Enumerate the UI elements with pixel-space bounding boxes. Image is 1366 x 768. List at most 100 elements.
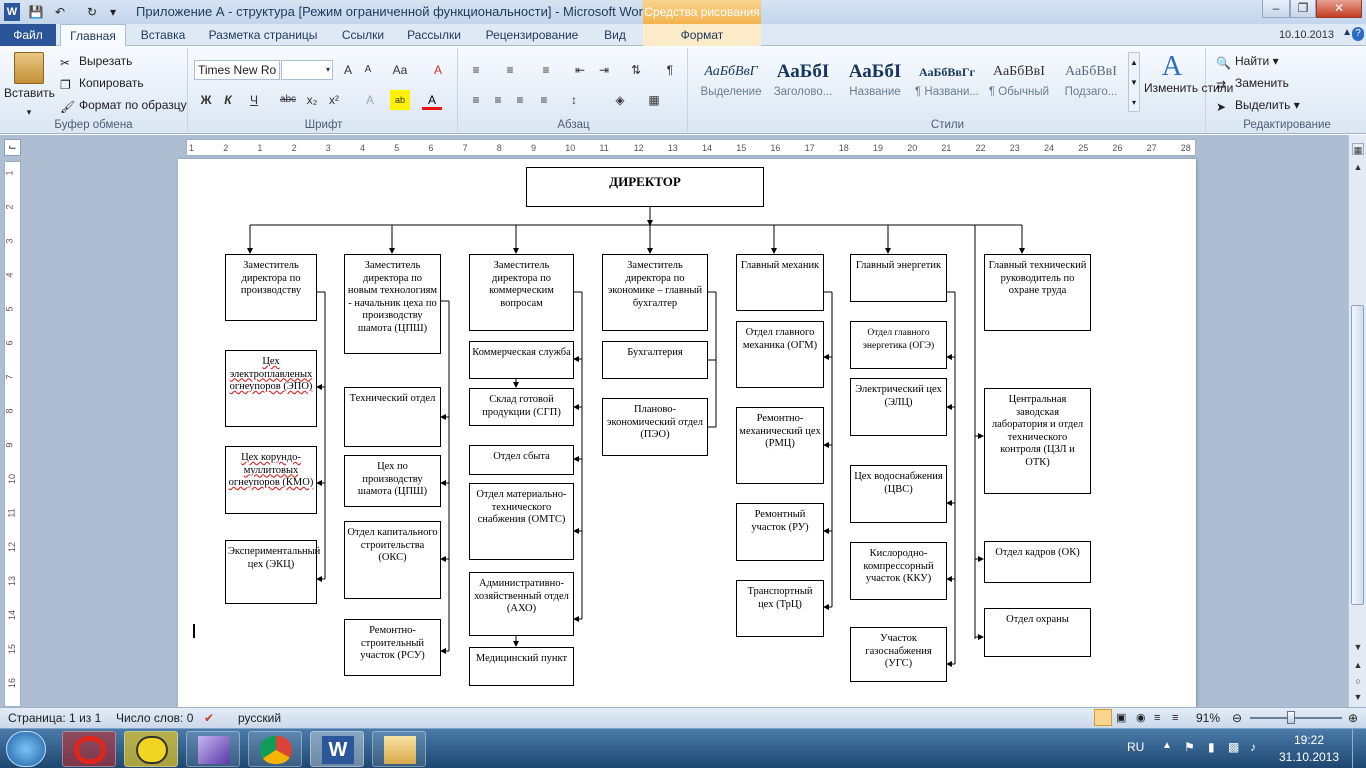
align-right-icon[interactable]: ≡ (510, 90, 530, 110)
decrease-indent-icon[interactable]: ⇤ (570, 60, 590, 80)
org-box-hr[interactable]: Отдел кадров (ОК) (984, 541, 1091, 583)
styles-scroll[interactable]: ▲ ▼ ▾ (1128, 52, 1140, 112)
multilevel-list-icon[interactable]: ≡ (536, 60, 556, 80)
tab-file[interactable]: Файл (0, 24, 56, 46)
undo-icon[interactable]: ↶ (50, 3, 70, 21)
org-box-ogm[interactable]: Отдел главного механика (ОГМ) (736, 321, 824, 388)
zoom-out-icon[interactable]: ⊖ (1232, 708, 1242, 728)
bullets-icon[interactable]: ≡ (466, 60, 486, 80)
customize-toolbar-icon[interactable]: ▾ (106, 3, 120, 21)
strikethrough-button[interactable]: abc (278, 90, 298, 110)
org-box-technical-dept[interactable]: Технический отдел (344, 387, 441, 447)
page-count[interactable]: Страница: 1 из 1 (8, 708, 101, 728)
start-button[interactable] (6, 731, 46, 767)
print-layout-view-icon[interactable] (1094, 709, 1112, 726)
shading-icon[interactable]: ◈ (610, 90, 630, 110)
org-box-cvs[interactable]: Цех водоснабжения (ЦВС) (850, 465, 947, 523)
taskbar-chrome[interactable] (248, 731, 302, 767)
org-box-rmc[interactable]: Ремонтно-механический цех (РМЦ) (736, 407, 824, 484)
ruler-toggle-icon[interactable]: ▦ (1352, 143, 1364, 155)
org-box-chief-mechanic[interactable]: Главный механик (736, 254, 824, 311)
org-box-elc[interactable]: Электрический цех (ЭЛЦ) (850, 378, 947, 436)
org-box-sales[interactable]: Отдел сбыта (469, 445, 574, 475)
org-box-trc[interactable]: Транспортный цех (ТрЦ) (736, 580, 824, 637)
increase-indent-icon[interactable]: ⇥ (594, 60, 614, 80)
org-box-kku[interactable]: Кислородно-компрессорный участок (ККУ) (850, 542, 947, 600)
style-subtitle[interactable]: АаБбВвІ Подзаго... (1056, 58, 1126, 104)
select-button[interactable]: ➤ Выделить ▾ (1216, 96, 1300, 114)
font-size-dropdown-icon[interactable]: ▾ (318, 60, 338, 80)
zoom-slider[interactable] (1250, 717, 1342, 719)
underline-button[interactable]: Ч (244, 90, 264, 110)
cut-button[interactable]: ✂ Вырезать (60, 52, 132, 70)
taskbar-explorer[interactable] (372, 731, 426, 767)
bold-button[interactable]: Ж (196, 90, 216, 110)
battery-icon[interactable]: ▮ (1208, 740, 1215, 754)
zoom-level[interactable]: 91% (1196, 708, 1220, 728)
close-button[interactable]: ✕ (1316, 0, 1362, 18)
horizontal-ruler[interactable]: 1 2 1 2 3 4 5 6 7 8 9 10 11 12 13 14 15 16 17 18 19 20 21 22 23 2… (186, 139, 1196, 156)
keyboard-language[interactable]: RU (1127, 740, 1144, 754)
org-box-omts[interactable]: Отдел материально-технического снабжения… (469, 483, 574, 560)
org-box-ugs[interactable]: Участок газоснабжения (УГС) (850, 627, 947, 682)
italic-button[interactable]: К (218, 90, 238, 110)
document-page[interactable]: ДИРЕКТОР Заместитель директора по произв… (178, 159, 1196, 707)
zoom-in-icon[interactable]: ⊕ (1348, 708, 1358, 728)
org-box-epo[interactable]: Цех электроплавленых огнеупоров (ЭПО) (225, 350, 317, 427)
tab-selector-icon[interactable]: ⌙ (4, 139, 21, 156)
align-center-icon[interactable]: ≡ (488, 90, 508, 110)
tab-home[interactable]: Главная (60, 24, 126, 47)
font-family-select[interactable]: Times New Ro (194, 60, 280, 80)
volume-icon[interactable]: ♪ (1250, 740, 1256, 754)
org-box-deputy-economics[interactable]: Заместитель директора по экономике – гла… (602, 254, 708, 331)
org-box-oks[interactable]: Отдел капитального строительства (ОКС) (344, 521, 441, 599)
help-icon[interactable]: ? (1352, 27, 1364, 41)
copy-button[interactable]: ❐ Копировать (60, 74, 144, 92)
word-app-icon[interactable]: W (4, 3, 20, 21)
paste-button[interactable]: Вставить ▾ (4, 52, 55, 121)
org-box-rsu[interactable]: Ремонтно-строительный участок (РСУ) (344, 619, 441, 676)
web-layout-view-icon[interactable]: ◉ (1136, 708, 1146, 728)
highlight-icon[interactable]: ab (390, 90, 410, 110)
full-screen-view-icon[interactable]: ▣ (1116, 708, 1126, 728)
org-box-security[interactable]: Отдел охраны (984, 608, 1091, 657)
text-effects-icon[interactable]: A (360, 90, 380, 110)
sort-icon[interactable]: ⇅ (626, 60, 646, 80)
org-box-accounting[interactable]: Бухгалтерия (602, 341, 708, 379)
org-box-ekc[interactable]: Экспериментальный цех (ЭКЦ) (225, 540, 320, 604)
grow-font-button[interactable]: A (338, 60, 358, 80)
org-box-deputy-new-tech[interactable]: Заместитель директора по новым технологи… (344, 254, 441, 354)
save-icon[interactable]: 💾 (28, 3, 44, 21)
org-box-aho[interactable]: Административно-хозяйственный отдел (АХО… (469, 572, 574, 636)
org-box-medical[interactable]: Медицинский пункт (469, 647, 574, 686)
scroll-down-icon[interactable]: ▼ (1352, 641, 1364, 653)
subscript-button[interactable]: x₂ (302, 90, 322, 110)
org-box-commercial-service[interactable]: Коммерческая служба (469, 341, 574, 379)
change-case-button[interactable]: Aa (390, 60, 410, 80)
org-box-deputy-commercial[interactable]: Заместитель директора по коммерческим во… (469, 254, 574, 331)
taskbar-media[interactable] (186, 731, 240, 767)
tab-format[interactable]: Формат (643, 24, 761, 46)
ribbon-collapse-icon[interactable]: ▲ (1342, 27, 1352, 38)
line-spacing-icon[interactable]: ↕ (564, 90, 584, 110)
taskbar-aimp[interactable] (124, 731, 178, 767)
org-box-peo[interactable]: Планово-экономический отдел (ПЭО) (602, 398, 708, 456)
clock-time[interactable]: 19:22 (1278, 733, 1340, 747)
style-name[interactable]: АаБбВвГг ¶ Названи... (912, 58, 982, 104)
proofing-icon[interactable]: ✔ (204, 708, 214, 728)
maximize-button[interactable]: ❐ (1290, 0, 1316, 18)
next-page-icon[interactable]: ▼ (1352, 691, 1364, 703)
outline-view-icon[interactable]: ≡ (1154, 708, 1160, 728)
superscript-button[interactable]: x² (324, 90, 344, 110)
style-heading[interactable]: АаБбІ Заголово... (768, 58, 838, 104)
previous-page-icon[interactable]: ▲ (1352, 659, 1364, 671)
format-painter-button[interactable]: 🖌 Формат по образцу (60, 96, 187, 114)
browse-object-icon[interactable]: ○ (1352, 675, 1364, 687)
scroll-up-icon[interactable]: ▲ (1352, 161, 1364, 173)
clock-date[interactable]: 31.10.2013 (1278, 750, 1340, 764)
flag-icon[interactable]: ⚑ (1184, 740, 1195, 754)
style-emphasis[interactable]: АаБбВвГ Выделение (696, 58, 766, 104)
language-indicator[interactable]: русский (238, 708, 281, 728)
tab-view[interactable]: Вид (594, 24, 636, 46)
vertical-ruler[interactable]: 1234567891011121314151617 (4, 161, 21, 707)
